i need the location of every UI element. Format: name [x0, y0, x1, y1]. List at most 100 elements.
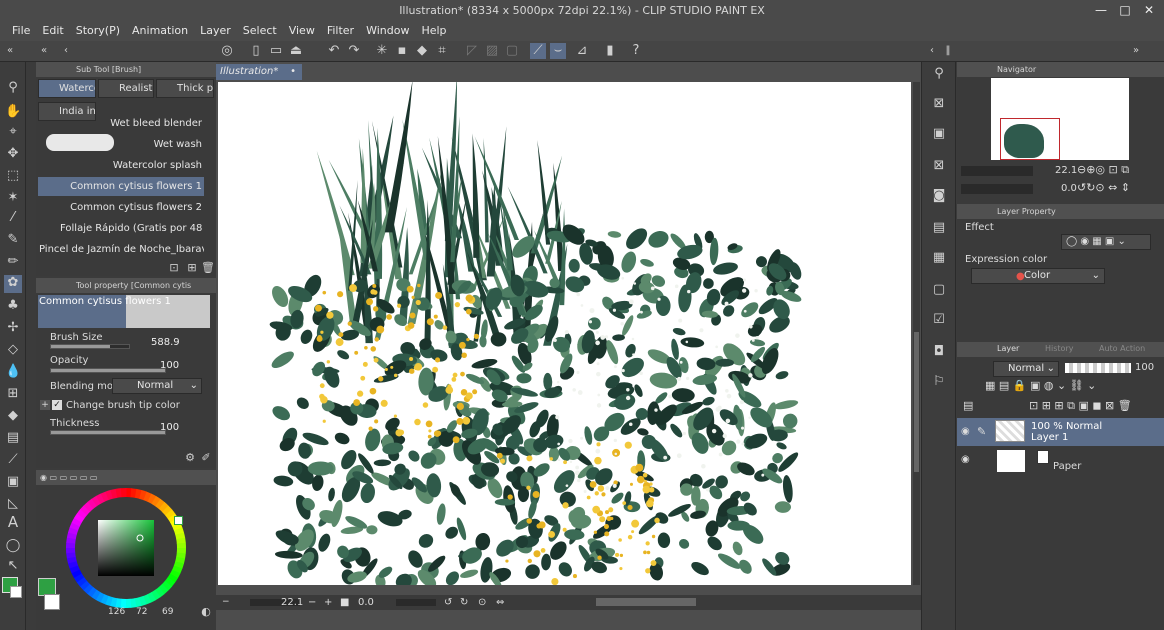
zoom-plus-icon[interactable]: + — [324, 595, 332, 610]
brush-size-value[interactable]: 588.9 — [151, 337, 180, 348]
blend-tool-icon[interactable]: 💧 — [5, 364, 21, 380]
thickness-value[interactable]: 100 — [160, 422, 179, 433]
opacity-value[interactable]: 100 — [160, 360, 179, 371]
snap-ruler-icon[interactable]: ▨ — [484, 43, 500, 59]
color-wheel[interactable] — [64, 486, 188, 610]
nav-rotate-icons[interactable]: ↺↻⊙ ⇔ ⇕ — [1077, 181, 1130, 194]
undo-icon[interactable]: ↶ — [326, 43, 342, 59]
brush-item-cytisus-2[interactable]: Common cytisus flowers 2 — [38, 198, 204, 217]
navigator-zoom[interactable]: 22.1 — [1055, 165, 1077, 176]
airbrush-tool-icon[interactable]: ✢ — [5, 320, 21, 336]
tab-history[interactable]: History — [1045, 344, 1073, 353]
menu-layer[interactable]: Layer — [194, 21, 237, 41]
close-tab-icon[interactable]: • — [290, 64, 296, 80]
menu-select[interactable]: Select — [237, 21, 283, 41]
tab-watercolor[interactable]: Waterco — [38, 79, 96, 98]
settings-icon[interactable]: ⚙ — [182, 450, 198, 466]
fill-icon[interactable]: ◆ — [414, 43, 430, 59]
thickness-slider[interactable] — [50, 430, 166, 435]
blending-mode-select[interactable]: Normal ⌄ — [112, 378, 202, 394]
layer-blend-select[interactable]: Normal ⌄ — [993, 361, 1059, 377]
expand-icon[interactable]: + — [40, 400, 50, 410]
layer-row-layer1[interactable]: ◉ ✎ 100 % Normal Layer 1 — [957, 418, 1164, 446]
material-icon[interactable]: ◙ — [931, 188, 947, 204]
pen-tool-icon[interactable]: ✎ — [5, 232, 21, 248]
zoom-out-icon[interactable]: − — [222, 595, 230, 610]
transform-icon[interactable]: ⌗ — [434, 43, 450, 59]
minimize-button[interactable]: — — [1090, 0, 1112, 21]
rotate-left-icon[interactable]: ↺ — [444, 595, 452, 610]
ruler-tool-icon[interactable]: ◺ — [5, 496, 21, 512]
menu-help[interactable]: Help — [415, 21, 452, 41]
redo-icon[interactable]: ↷ — [346, 43, 362, 59]
sub-color-chip[interactable] — [44, 594, 60, 610]
zoom-tool-icon[interactable]: ⚲ — [5, 80, 21, 96]
pen-edit-icon[interactable]: ✎ — [977, 425, 986, 438]
correct-line-icon[interactable]: ↖ — [5, 558, 21, 574]
fit-icon[interactable]: ■ — [340, 595, 349, 610]
line-tool-icon[interactable]: ⟋ — [5, 452, 21, 468]
sub-color-swatch[interactable] — [10, 586, 22, 598]
document-tab[interactable]: Illustration* • — [216, 64, 302, 80]
double-bar-icon[interactable]: ‖ — [940, 43, 956, 59]
visibility-eye-icon[interactable]: ◉ — [961, 454, 970, 465]
tab-auto-action[interactable]: Auto Action — [1099, 344, 1145, 353]
change-tip-checkbox[interactable]: ✓ — [52, 400, 62, 410]
delete-subtool-icon[interactable]: 🗑 — [200, 260, 216, 276]
gradient-tool-icon[interactable]: ▤ — [5, 430, 21, 446]
balloon-tool-icon[interactable]: ◯ — [5, 538, 21, 554]
operation-tool-icon[interactable]: ⌖ — [5, 124, 21, 140]
drawing-canvas[interactable] — [218, 82, 911, 585]
navigator-rotation[interactable]: 0.0 — [1061, 183, 1077, 194]
horizontal-scrollbar[interactable] — [596, 598, 696, 606]
brush-item-jazmin[interactable]: Pincel de Jazmín de Noche_Ibaravestr — [38, 240, 204, 259]
layer-panel-icon[interactable]: ⊠ — [931, 96, 947, 112]
layer-opacity-slider[interactable] — [1065, 363, 1131, 373]
move-tool-icon[interactable]: ✥ — [5, 146, 21, 162]
panel-icon[interactable]: ▮ — [602, 43, 618, 59]
layer-row-paper[interactable]: ◉ Paper — [957, 448, 1164, 474]
tab-layer[interactable]: Layer — [997, 344, 1019, 353]
menu-animation[interactable]: Animation — [126, 21, 194, 41]
info-panel-icon[interactable]: ☑ — [931, 312, 947, 328]
wrench-icon[interactable]: ✐ — [198, 450, 214, 466]
tab-thick-paint[interactable]: Thick pa — [156, 79, 214, 98]
visibility-eye-icon[interactable]: ◉ — [961, 426, 970, 437]
text-tool-icon[interactable]: A — [5, 514, 21, 530]
material-panel-icon[interactable]: ▣ — [931, 126, 947, 142]
menu-file[interactable]: File — [6, 21, 36, 41]
zoom-value[interactable]: 22.1 — [281, 595, 303, 610]
hand-tool-icon[interactable]: ✋ — [5, 104, 21, 120]
auto-select-icon[interactable]: ✶ — [5, 190, 21, 206]
menu-story[interactable]: Story(P) — [70, 21, 126, 41]
stabilization-icon[interactable]: ⟋ — [530, 43, 546, 59]
navigator-panel-icon[interactable]: ⚲ — [931, 66, 947, 82]
tab-realistic[interactable]: Realistic — [98, 79, 154, 98]
effect-buttons[interactable]: ◯ ◉ ▦ ▣ ⌄ — [1061, 234, 1151, 250]
menu-edit[interactable]: Edit — [36, 21, 69, 41]
item-bank-icon[interactable]: ▤ — [931, 220, 947, 236]
collapse-left-icon[interactable]: « — [2, 43, 18, 59]
close-button[interactable]: ✕ — [1138, 0, 1160, 21]
reference-icon[interactable]: ▢ — [931, 282, 947, 298]
layer-lock-icons[interactable]: ▦ ▤ 🔒 ▣ ◍ ⌄ ⛓ ⌄ — [985, 379, 1096, 392]
rotation-value[interactable]: 0.0 — [358, 595, 374, 610]
flip-icon[interactable]: ⇔ — [496, 595, 504, 610]
decoration-tool-icon[interactable]: ♣ — [5, 298, 21, 314]
collapse-icon[interactable]: « — [36, 43, 52, 59]
person-icon[interactable]: ⚐ — [931, 374, 947, 390]
fill-tool-icon[interactable]: ◆ — [5, 408, 21, 424]
layer-action-icons[interactable]: ⊡ ⊞ ⊞ ⧉ ▣ ◼ ⊠ 🗑 — [1029, 399, 1132, 413]
brush-item-watercolor-splash[interactable]: Watercolor splash — [38, 156, 204, 175]
ruler-icon[interactable]: ⊿ — [574, 43, 590, 59]
nav-zoom-icons[interactable]: ⊖⊕◎ ⊡ ⧉ — [1077, 163, 1129, 177]
eraser-tool-icon[interactable]: ◇ — [5, 342, 21, 358]
brush-size-slider[interactable] — [50, 344, 130, 349]
figure-tool-icon[interactable]: ⊞ — [5, 386, 21, 402]
reset-rotation-icon[interactable]: ⊙ — [478, 595, 486, 610]
layer-opacity-value[interactable]: 100 — [1135, 362, 1154, 373]
open-file-icon[interactable]: ▭ — [268, 43, 284, 59]
rotation-slider[interactable] — [396, 599, 436, 606]
brush-item-follaje[interactable]: Follaje Rápido (Gratis por 48 horas) — [38, 219, 204, 238]
hue-handle[interactable] — [174, 516, 183, 525]
